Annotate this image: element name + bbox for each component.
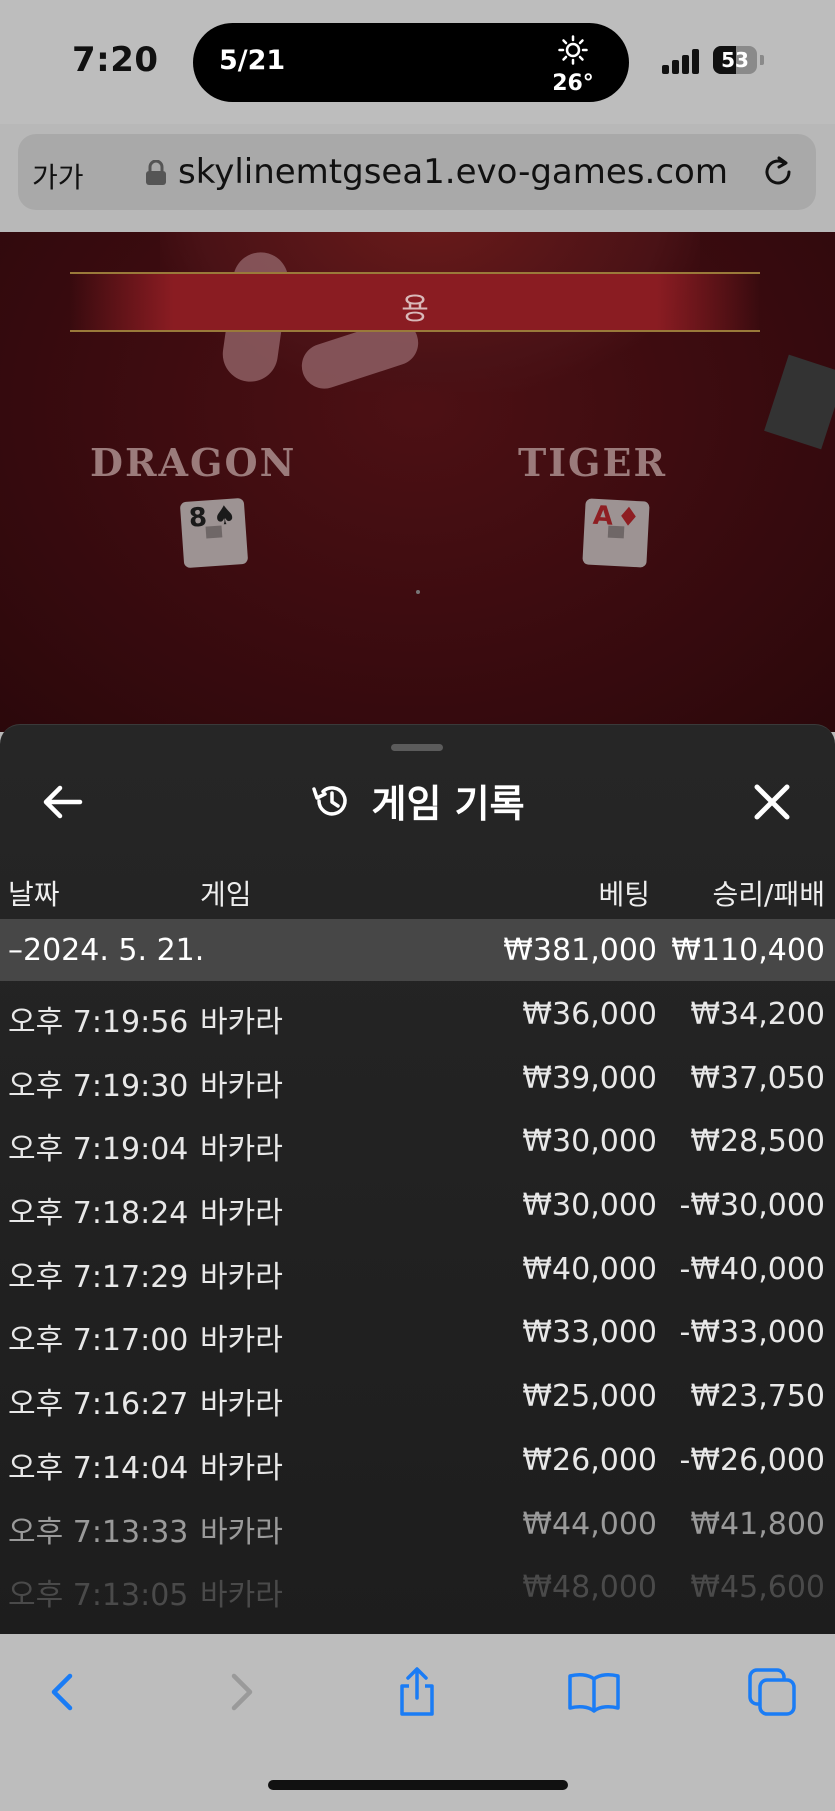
reader-settings-button[interactable]: 가가 [32,156,84,196]
reload-icon[interactable] [758,152,798,192]
date-group-row[interactable]: –2024. 5. 21. ₩381,000 ₩110,400 [0,919,835,981]
table-marker [416,590,420,594]
game-video: 용 DRAGON TIGER 8 ♠ A ♦ [0,232,835,732]
table-header: 날짜 게임 베팅 승리/패배 [0,863,835,917]
row-bet: ₩25,000 [522,1379,657,1415]
url-text[interactable]: skylinemtgsea1.evo-games.com [178,152,728,192]
row-game: 바카라 [200,1323,283,1359]
island-weather: 26° [543,35,603,96]
row-bet: ₩40,000 [522,1251,657,1287]
close-icon[interactable] [747,777,797,827]
game-history-panel: 게임 기록 날짜 게임 베팅 승리/패배 –2024. 5. 21. ₩381,… [0,724,835,1635]
row-game: 바카라 [200,1514,283,1550]
row-bet: ₩26,000 [522,1442,657,1478]
row-bet: ₩48,000 [522,1570,657,1606]
row-time: 오후 7:17:00 [8,1323,189,1359]
browser-toolbar [0,1634,835,1811]
table-row[interactable]: 오후 7:13:05 바카라 ₩48,000 ₩45,600 [0,1554,835,1618]
row-win-loss: ₩41,800 [690,1506,825,1542]
battery-level: 53 [721,48,749,72]
row-time: 오후 7:19:30 [8,1068,189,1104]
clock: 7:20 [72,40,159,80]
row-win-loss: ₩34,200 [690,997,825,1032]
row-time: 오후 7:19:56 [8,1005,189,1040]
temperature: 26° [552,71,594,96]
table-row[interactable]: 오후 7:13:33 바카라 ₩44,000 ₩41,800 [0,1491,835,1555]
column-date: 날짜 [8,878,60,911]
panel-title: 게임 기록 [371,782,525,826]
row-game: 바카라 [200,1196,283,1232]
row-game: 바카라 [200,1450,283,1486]
tiger-card: A ♦ [582,498,650,568]
history-icon [312,785,348,816]
row-bet: ₩30,000 [522,1188,657,1224]
dynamic-island: 5/21 26° [193,23,629,102]
row-time: 오후 7:17:29 [8,1259,189,1295]
row-game: 바카라 [200,1387,283,1423]
row-game: 바카라 [200,1259,283,1295]
row-bet: ₩39,000 [522,1060,657,1096]
panel-header: 게임 기록 [0,773,835,828]
result-banner-text: 용 [401,292,429,327]
row-win-loss: ₩23,750 [690,1379,825,1415]
table-row[interactable]: 오후 7:19:04 바카라 ₩30,000 ₩28,500 [0,1108,835,1172]
column-bet: 베팅 [598,878,650,911]
table-row[interactable]: 오후 7:19:30 바카라 ₩39,000 ₩37,050 [0,1045,835,1109]
row-win-loss: -₩40,000 [679,1251,825,1287]
row-win-loss: -₩26,000 [679,1442,825,1478]
bookmarks-icon[interactable] [566,1664,622,1720]
share-icon[interactable] [389,1664,445,1720]
row-time: 오후 7:13:05 [8,1578,189,1614]
address-bar[interactable]: 가가 skylinemtgsea1.evo-games.com [18,134,816,210]
row-win-loss: ₩28,500 [690,1124,825,1160]
row-bet: ₩30,000 [522,1124,657,1160]
row-bet: ₩44,000 [522,1506,657,1542]
history-list: 오후 7:19:56 바카라 ₩36,000 ₩34,200 오후 7:19:30 바카라… [0,981,835,1618]
result-banner: 용 [70,272,760,332]
tiger-label: TIGER [518,440,668,485]
row-time: 오후 7:13:33 [8,1514,189,1550]
status-bar: 7:20 5/21 26° 53 [0,0,835,124]
row-game: 바카라 [200,1132,283,1168]
row-time: 오후 7:18:24 [8,1196,189,1232]
card-shoe [764,354,835,450]
row-bet: ₩33,000 [522,1315,657,1351]
row-game: 바카라 [200,1005,283,1040]
row-bet: ₩36,000 [522,997,657,1032]
dragon-label: DRAGON [90,440,297,485]
table-row[interactable]: 오후 7:19:56 바카라 ₩36,000 ₩34,200 [0,981,835,1045]
column-win-loss: 승리/패배 [712,878,825,911]
island-date: 5/21 [219,45,286,76]
table-row[interactable]: 오후 7:14:04 바카라 ₩26,000 -₩26,000 [0,1427,835,1491]
tabs-icon[interactable] [744,1664,800,1720]
lock-icon [146,160,166,185]
table-row[interactable]: 오후 7:18:24 바카라 ₩30,000 -₩30,000 [0,1172,835,1236]
table-row[interactable]: 오후 7:17:29 바카라 ₩40,000 -₩40,000 [0,1236,835,1300]
row-game: 바카라 [200,1068,283,1104]
group-date: –2024. 5. 21. [8,933,205,968]
row-win-loss: ₩37,050 [690,1060,825,1096]
row-win-loss: ₩45,600 [690,1570,825,1606]
row-time: 오후 7:19:04 [8,1132,189,1168]
row-time: 오후 7:16:27 [8,1387,189,1423]
battery-tip [760,55,764,65]
signal-icon [662,48,702,74]
group-win-loss-total: ₩110,400 [671,933,825,968]
column-game: 게임 [200,878,252,911]
row-win-loss: -₩33,000 [679,1315,825,1351]
sun-icon [558,35,588,65]
table-row[interactable]: 오후 7:17:00 바카라 ₩33,000 -₩33,000 [0,1299,835,1363]
row-game: 바카라 [200,1578,283,1614]
table-row[interactable]: 오후 7:16:27 바카라 ₩25,000 ₩23,750 [0,1363,835,1427]
row-time: 오후 7:14:04 [8,1450,189,1486]
forward-icon[interactable] [214,1664,270,1720]
home-indicator [268,1780,568,1790]
battery-icon: 53 [713,46,757,74]
group-bet-total: ₩381,000 [503,933,657,968]
row-win-loss: -₩30,000 [679,1188,825,1224]
dragon-card: 8 ♠ [179,497,249,569]
back-icon[interactable] [34,1664,90,1720]
sheet-grabber[interactable] [391,744,443,751]
